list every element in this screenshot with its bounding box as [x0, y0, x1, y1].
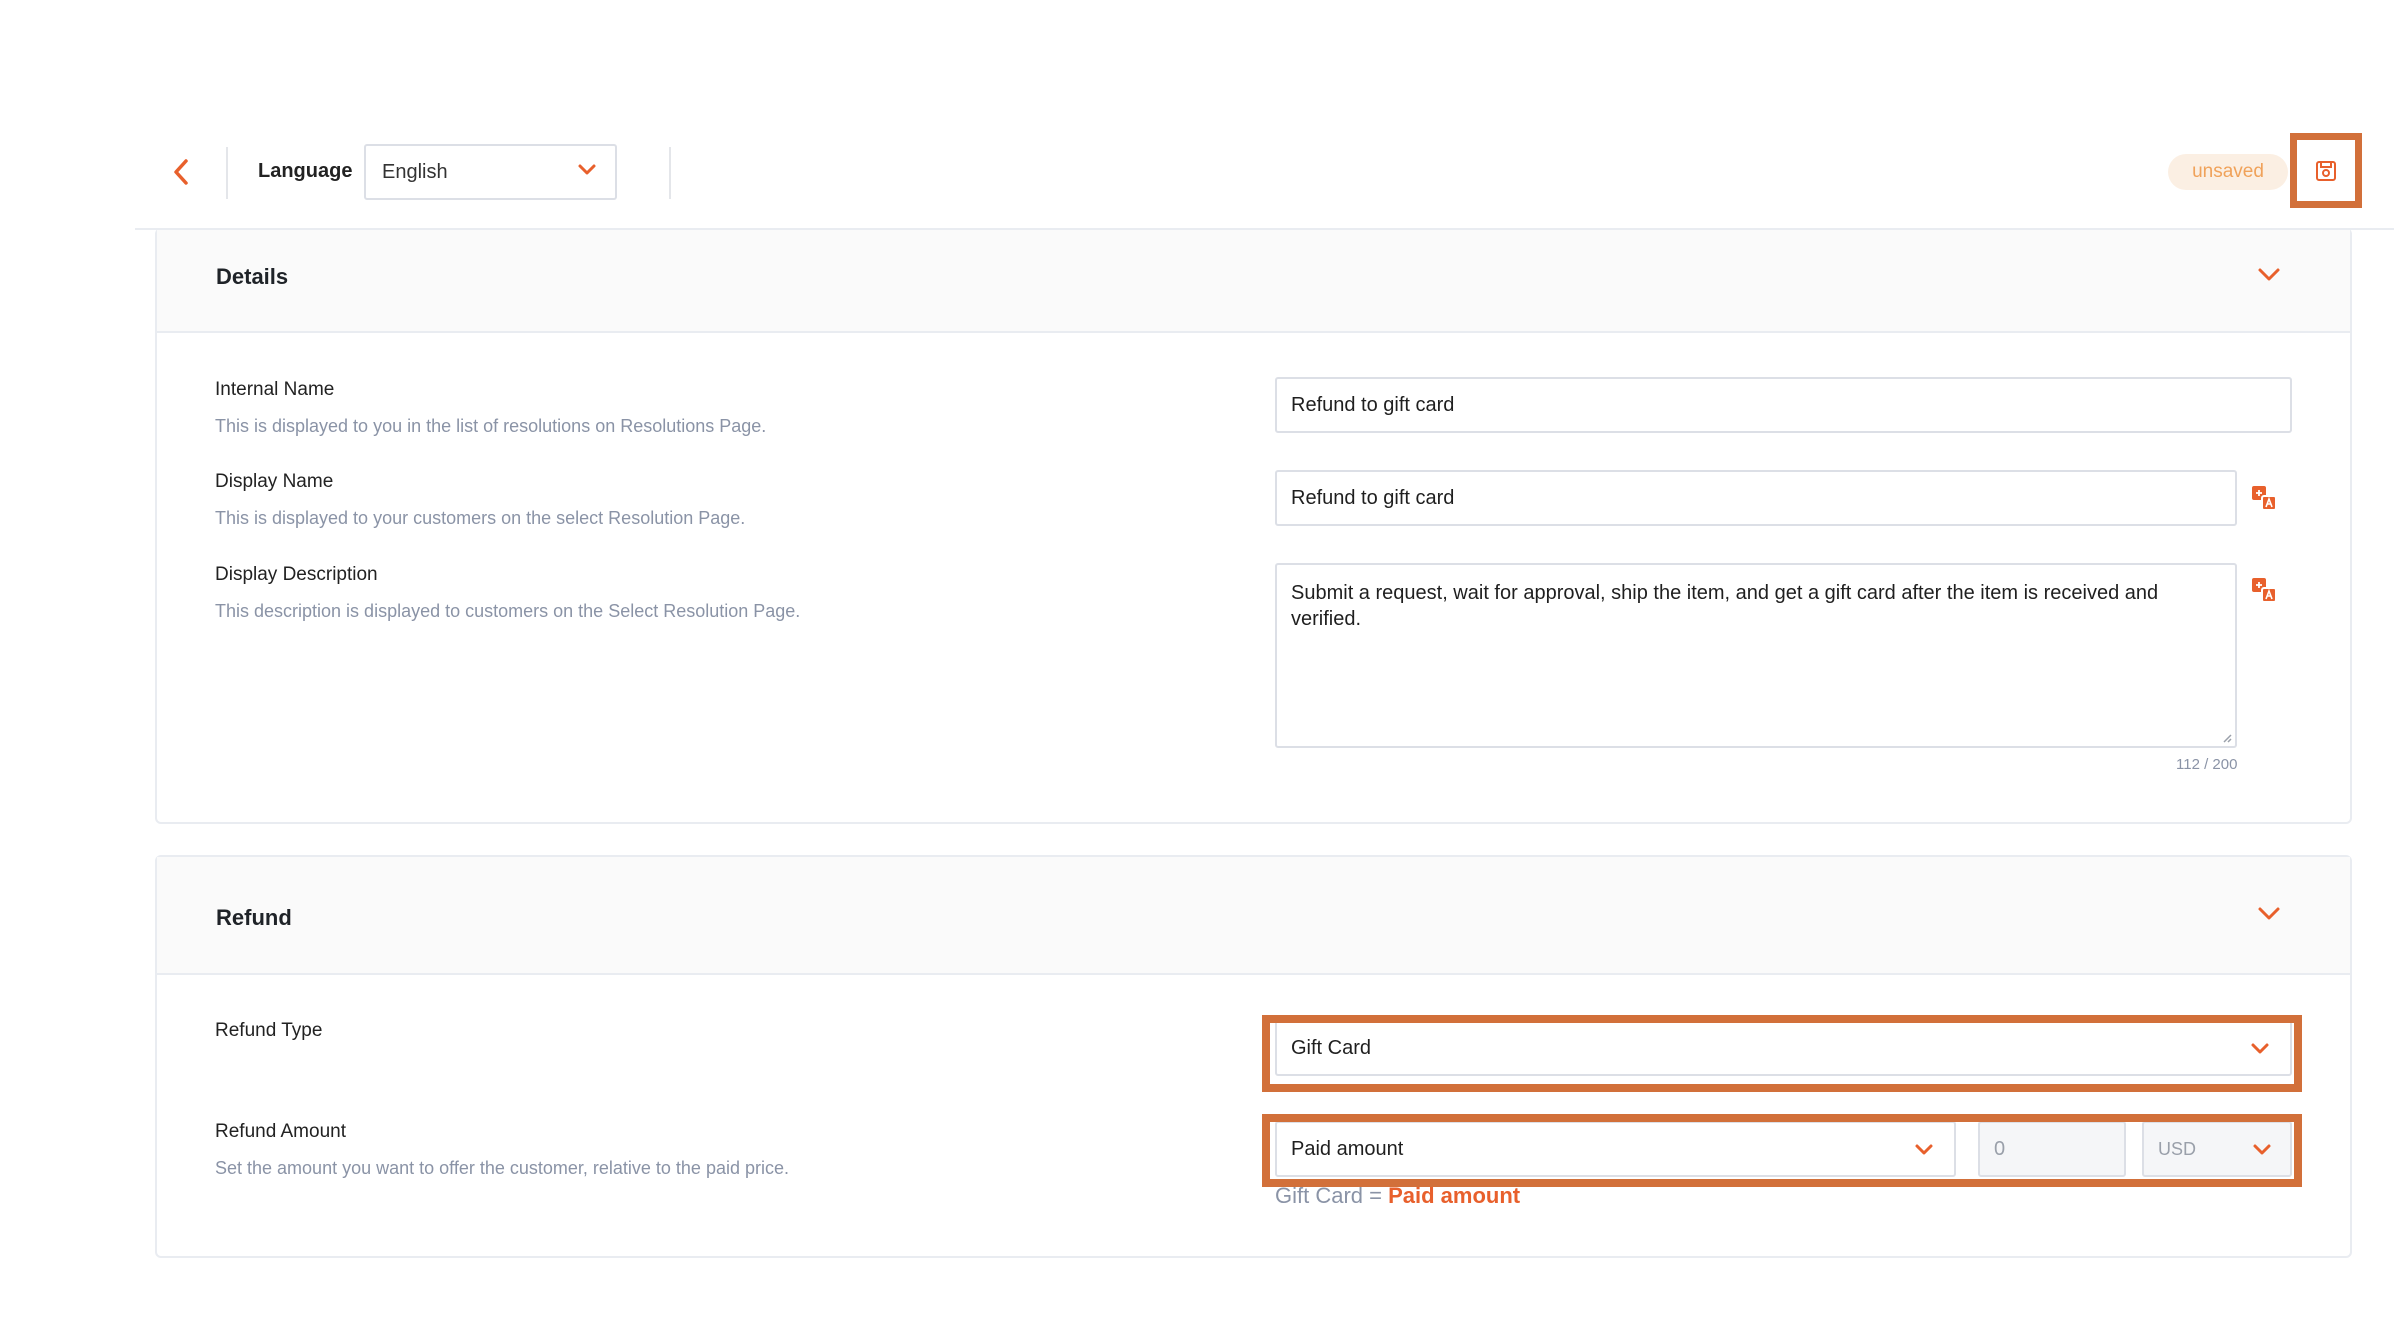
divider [226, 147, 228, 199]
refund-type-label: Refund Type [215, 1020, 323, 1041]
display-description-value: Submit a request, wait for approval, shi… [1291, 582, 2159, 630]
language-select[interactable]: English [364, 144, 617, 200]
display-description-help: This description is displayed to custome… [215, 601, 801, 621]
chevron-down-icon [578, 164, 596, 175]
resize-handle-icon[interactable] [2220, 731, 2232, 743]
divider [669, 147, 671, 199]
back-button[interactable] [166, 155, 196, 189]
chevron-down-icon[interactable] [2256, 266, 2282, 284]
refund-summary-value: Paid amount [1388, 1183, 1521, 1208]
display-description-label: Display Description [215, 564, 378, 585]
internal-name-label: Internal Name [215, 379, 335, 400]
display-name-help: This is displayed to your customers on t… [215, 508, 746, 528]
save-icon [2316, 160, 2336, 181]
internal-name-help: This is displayed to you in the list of … [215, 416, 767, 436]
save-button[interactable] [2290, 133, 2362, 208]
character-counter: 112 / 200 [2176, 756, 2238, 773]
refund-title: Refund [216, 905, 292, 930]
status-badge: unsaved [2168, 154, 2288, 190]
display-name-input[interactable]: Refund to gift card [1275, 470, 2237, 526]
language-label: Language [258, 160, 353, 182]
refund-card-header[interactable]: Refund [157, 857, 2350, 975]
refund-summary: Gift Card = Paid amount [1275, 1183, 1520, 1209]
internal-name-value: Refund to gift card [1291, 393, 1455, 416]
display-name-label: Display Name [215, 471, 334, 492]
translate-icon[interactable] [2250, 576, 2278, 604]
internal-name-input[interactable]: Refund to gift card [1275, 377, 2292, 433]
refund-summary-prefix: Gift Card = [1275, 1183, 1389, 1208]
highlight-box [1262, 1015, 2302, 1092]
details-title: Details [216, 264, 289, 289]
details-card-header[interactable]: Details [157, 230, 2350, 333]
display-description-textarea[interactable]: Submit a request, wait for approval, shi… [1275, 563, 2237, 748]
translate-icon[interactable] [2250, 484, 2278, 512]
chevron-left-icon [174, 159, 188, 185]
display-name-value: Refund to gift card [1291, 486, 1455, 509]
refund-amount-help: Set the amount you want to offer the cus… [215, 1158, 789, 1178]
language-value: English [382, 160, 448, 183]
chevron-down-icon[interactable] [2256, 905, 2282, 923]
highlight-box [1262, 1114, 2302, 1187]
refund-amount-label: Refund Amount [215, 1121, 346, 1142]
